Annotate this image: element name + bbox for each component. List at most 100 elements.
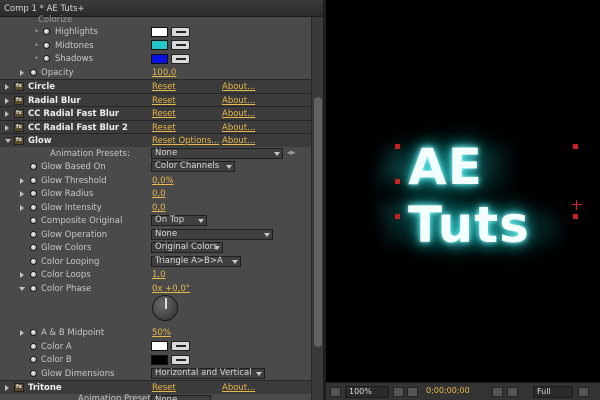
expand-arrow-icon[interactable]: [20, 177, 24, 184]
fx-toggle-icon[interactable]: fx: [14, 95, 24, 105]
zoom-value: 100%: [349, 387, 372, 396]
animation-presets-dropdown[interactable]: None: [151, 394, 211, 400]
fx-toggle-icon[interactable]: fx: [14, 109, 24, 118]
color-a-swatch[interactable]: [151, 341, 168, 351]
layer-handle[interactable]: [573, 144, 578, 149]
expand-arrow-icon[interactable]: [20, 204, 24, 211]
collapse-arrow-icon[interactable]: [19, 286, 25, 291]
glowing-text-layer[interactable]: AE Tuts: [408, 138, 600, 254]
fx-toggle-icon[interactable]: fx: [14, 122, 24, 132]
fx-toggle-icon[interactable]: fx: [14, 383, 24, 392]
opacity-value[interactable]: 100,0: [152, 68, 176, 78]
color-loops-value[interactable]: 1,0: [152, 270, 166, 280]
stopwatch-icon[interactable]: [30, 329, 37, 336]
expand-arrow-icon[interactable]: [20, 272, 24, 278]
glow-based-on-dropdown[interactable]: Color Channels: [151, 161, 235, 172]
glow-intensity-value[interactable]: 0,0: [152, 203, 166, 213]
region-of-interest-icon[interactable]: [578, 387, 589, 397]
stopwatch-icon[interactable]: [30, 190, 37, 197]
animation-presets-dropdown[interactable]: None: [151, 147, 283, 159]
shadows-color-swatch[interactable]: [151, 53, 168, 64]
glow-colors-dropdown[interactable]: Original Colors: [151, 242, 223, 253]
eyedropper-icon[interactable]: [171, 354, 190, 365]
glow-operation-dropdown[interactable]: None: [151, 228, 273, 240]
stopwatch-icon[interactable]: [30, 230, 37, 238]
mask-icon[interactable]: [407, 387, 418, 397]
stopwatch-icon[interactable]: [30, 369, 37, 377]
color-looping-dropdown[interactable]: Triangle A>B>A: [151, 255, 241, 267]
about-link[interactable]: About...: [222, 109, 255, 119]
timecode[interactable]: 0;00;00;00: [423, 386, 487, 398]
reset-link[interactable]: Reset: [152, 82, 176, 92]
stopwatch-icon[interactable]: [43, 28, 50, 35]
about-link[interactable]: About...: [222, 96, 255, 106]
color-phase-value[interactable]: 0x +0,0°: [152, 284, 190, 294]
zoom-dropdown[interactable]: 100%: [345, 386, 389, 398]
resolution-dropdown[interactable]: Full: [533, 386, 573, 398]
tritone-presets-row: Animation Presets: None: [0, 394, 311, 400]
about-link[interactable]: About...: [222, 82, 255, 92]
stopwatch-icon[interactable]: [30, 356, 37, 363]
layer-handle[interactable]: [395, 214, 400, 219]
camera-icon[interactable]: [492, 387, 503, 397]
composite-original-dropdown[interactable]: On Top: [151, 215, 207, 226]
stopwatch-icon[interactable]: [30, 163, 37, 170]
glow-threshold-value[interactable]: 0,0%: [152, 176, 174, 186]
reset-link[interactable]: Reset: [152, 109, 176, 119]
chevron-down-icon: [214, 246, 220, 250]
stopwatch-icon[interactable]: [30, 284, 37, 292]
reset-options-link[interactable]: Reset Options...: [152, 136, 219, 146]
expand-arrow-icon[interactable]: [5, 385, 9, 391]
collapse-arrow-icon[interactable]: [5, 139, 11, 143]
reset-link[interactable]: Reset: [152, 96, 176, 106]
layer-handle[interactable]: [395, 179, 400, 184]
grid-icon[interactable]: [393, 387, 404, 397]
expand-arrow-icon[interactable]: [5, 97, 9, 104]
highlights-color-swatch[interactable]: [151, 26, 168, 37]
eyedropper-icon[interactable]: [171, 40, 190, 50]
panel-scrollbar[interactable]: [311, 17, 323, 400]
stopwatch-icon[interactable]: [30, 68, 37, 76]
scroll-thumb[interactable]: [314, 97, 322, 347]
stopwatch-icon[interactable]: [43, 55, 50, 62]
color-b-swatch[interactable]: [151, 354, 168, 365]
about-link[interactable]: About...: [222, 136, 255, 146]
expand-arrow-icon[interactable]: [20, 69, 24, 76]
expand-arrow-icon[interactable]: [20, 191, 24, 197]
eyedropper-icon[interactable]: [171, 341, 190, 351]
midtones-color-swatch[interactable]: [151, 40, 168, 50]
eyedropper-icon[interactable]: [171, 53, 190, 64]
effect-tritone: fx Tritone Reset About...: [0, 380, 311, 394]
fx-toggle-icon[interactable]: fx: [14, 82, 24, 91]
expand-arrow-icon[interactable]: [20, 330, 24, 336]
expand-arrow-icon[interactable]: [5, 124, 9, 131]
expand-arrow-icon[interactable]: [5, 111, 9, 117]
region-icon[interactable]: [330, 387, 341, 397]
reset-link[interactable]: Reset: [152, 123, 176, 133]
eyedropper-icon[interactable]: [171, 26, 190, 37]
glow-radius-value[interactable]: 0,0: [152, 189, 166, 199]
layer-handle[interactable]: [573, 214, 578, 219]
about-link[interactable]: About...: [222, 383, 255, 393]
fx-toggle-icon[interactable]: fx: [14, 136, 24, 145]
preset-nav-icon[interactable]: ◂▸: [287, 148, 296, 158]
color-phase-dial[interactable]: [152, 295, 178, 321]
reset-link[interactable]: Reset: [152, 383, 176, 393]
layer-handle[interactable]: [395, 144, 400, 149]
stopwatch-icon[interactable]: [30, 176, 37, 184]
stopwatch-icon[interactable]: [30, 217, 37, 224]
stopwatch-icon[interactable]: [30, 244, 37, 251]
stopwatch-icon[interactable]: [43, 41, 50, 49]
composition-viewer[interactable]: AE Tuts: [326, 0, 600, 382]
expand-arrow-icon[interactable]: [5, 84, 9, 90]
stopwatch-icon[interactable]: [30, 203, 37, 211]
glow-dimensions-dropdown[interactable]: Horizontal and Vertical: [151, 367, 265, 379]
about-link[interactable]: About...: [222, 123, 255, 133]
anchor-point-icon[interactable]: [572, 200, 582, 210]
ab-midpoint-value[interactable]: 50%: [152, 328, 171, 338]
color-channel-icon[interactable]: [507, 387, 518, 397]
stopwatch-icon[interactable]: [30, 257, 37, 265]
stopwatch-icon[interactable]: [30, 271, 37, 278]
glow-operation-row: Glow Operation None: [0, 228, 311, 242]
stopwatch-icon[interactable]: [30, 342, 37, 350]
